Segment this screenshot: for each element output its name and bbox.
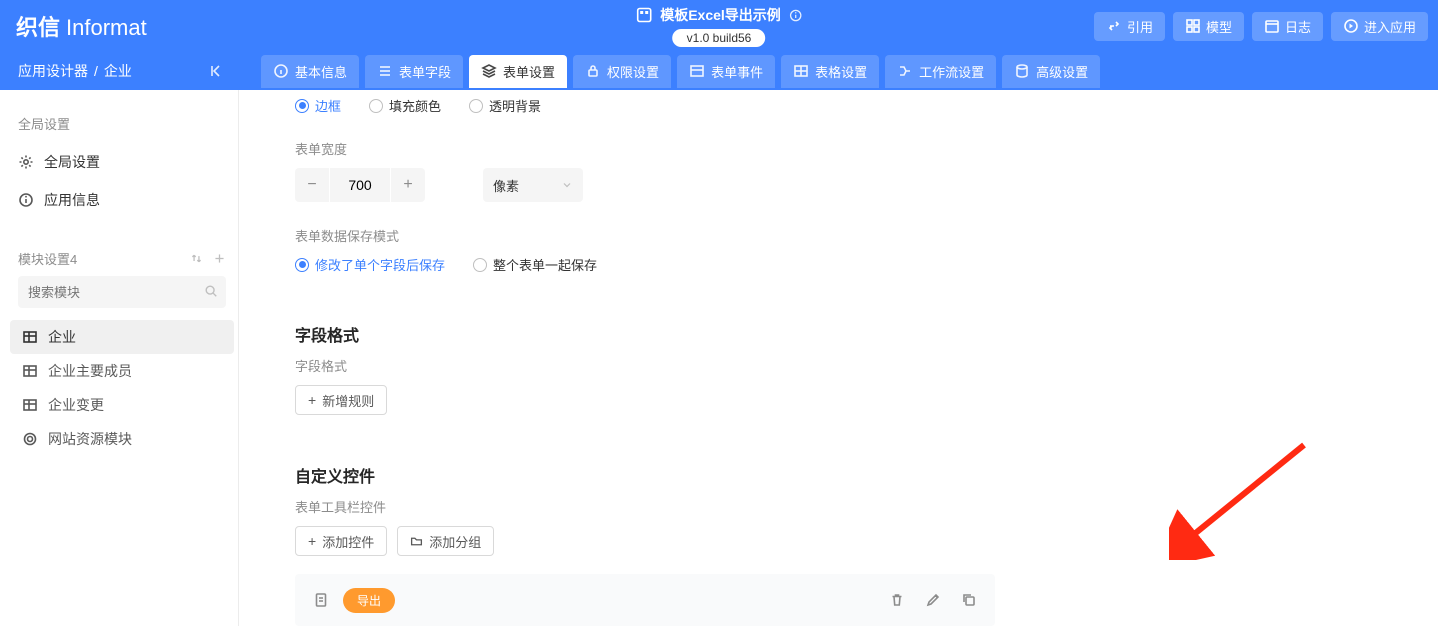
radio-save-single[interactable]: 修改了单个字段后保存 bbox=[295, 255, 445, 274]
tab-events[interactable]: 表单事件 bbox=[677, 55, 775, 88]
db-icon bbox=[1014, 63, 1030, 79]
add-control-button[interactable]: +添加控件 bbox=[295, 526, 387, 556]
table-icon bbox=[22, 397, 38, 413]
breadcrumb: 应用设计器 / 企业 bbox=[18, 61, 132, 81]
flow-icon bbox=[897, 63, 913, 79]
info-icon bbox=[18, 192, 34, 208]
table-icon bbox=[689, 63, 705, 79]
sidebar-item-appinfo[interactable]: 应用信息 bbox=[18, 181, 226, 219]
section-fieldfmt: 字段格式 bbox=[295, 322, 1398, 346]
action-enter[interactable]: 进入应用 bbox=[1331, 12, 1428, 41]
action-log[interactable]: 日志 bbox=[1252, 12, 1323, 41]
grid-icon bbox=[1185, 18, 1201, 34]
module-label: 企业 bbox=[48, 327, 76, 347]
module-enterprise[interactable]: 企业 bbox=[10, 320, 234, 354]
tab-form-settings[interactable]: 表单设置 bbox=[469, 55, 567, 88]
add-rule-button[interactable]: +新增规则 bbox=[295, 385, 387, 415]
main-panel: 边框 填充颜色 透明背景 表单宽度 − + 像素 表单数据保存模式 修改了单个字… bbox=[239, 90, 1438, 626]
width-input[interactable] bbox=[330, 168, 390, 202]
custom-sub: 表单工具栏控件 bbox=[295, 497, 1398, 516]
sidebar-label: 全局设置 bbox=[44, 152, 100, 172]
module-label: 企业变更 bbox=[48, 395, 104, 415]
tab-table[interactable]: 表格设置 bbox=[781, 55, 879, 88]
version-badge: v1.0 build56 bbox=[673, 29, 766, 47]
info-circle-icon bbox=[273, 63, 289, 79]
module-resource[interactable]: 网站资源模块 bbox=[18, 422, 226, 456]
copy-icon[interactable] bbox=[961, 592, 977, 608]
style-radios: 边框 填充颜色 透明背景 bbox=[295, 96, 1398, 115]
add-group-button[interactable]: 添加分组 bbox=[397, 526, 494, 556]
search-module[interactable] bbox=[18, 276, 226, 308]
page-title: 模板Excel导出示例 bbox=[660, 5, 781, 25]
search-icon bbox=[204, 284, 218, 298]
control-card[interactable]: 导出 bbox=[295, 574, 995, 626]
list-icon bbox=[377, 63, 393, 79]
table-icon bbox=[22, 363, 38, 379]
plus-icon[interactable] bbox=[213, 252, 226, 265]
module-label: 企业主要成员 bbox=[48, 361, 132, 381]
info-icon[interactable] bbox=[789, 9, 802, 22]
radio-fill[interactable]: 填充颜色 bbox=[369, 96, 441, 115]
link-icon bbox=[1106, 18, 1122, 34]
calendar-icon bbox=[1264, 18, 1280, 34]
brand-en: Informat bbox=[66, 15, 147, 41]
module-label: 网站资源模块 bbox=[48, 429, 132, 449]
layers-icon bbox=[481, 63, 497, 79]
sidebar-item-global[interactable]: 全局设置 bbox=[18, 143, 226, 181]
table-icon bbox=[22, 329, 38, 345]
tab-fields[interactable]: 表单字段 bbox=[365, 55, 463, 88]
gear-icon bbox=[18, 154, 34, 170]
tab-permission[interactable]: 权限设置 bbox=[573, 55, 671, 88]
save-label: 表单数据保存模式 bbox=[295, 226, 1398, 245]
page-title-block: 模板Excel导出示例 v1.0 build56 bbox=[636, 5, 802, 47]
width-stepper[interactable]: − + bbox=[295, 168, 425, 202]
side-sec1-title: 全局设置 bbox=[18, 114, 226, 133]
delete-icon[interactable] bbox=[889, 592, 905, 608]
action-ref[interactable]: 引用 bbox=[1094, 12, 1165, 41]
side-sec2-title: 模块设置4 bbox=[18, 249, 77, 268]
grid2-icon bbox=[793, 63, 809, 79]
sidebar-label: 应用信息 bbox=[44, 190, 100, 210]
search-input[interactable] bbox=[18, 276, 226, 308]
module-change[interactable]: 企业变更 bbox=[18, 388, 226, 422]
unit-value: 像素 bbox=[493, 176, 519, 195]
width-label: 表单宽度 bbox=[295, 139, 1398, 158]
export-pill[interactable]: 导出 bbox=[343, 588, 395, 613]
enter-icon bbox=[1343, 18, 1359, 34]
tab-advanced[interactable]: 高级设置 bbox=[1002, 55, 1100, 88]
radio-transparent[interactable]: 透明背景 bbox=[469, 96, 541, 115]
app-icon bbox=[636, 7, 652, 23]
lock-icon bbox=[585, 63, 601, 79]
unit-select[interactable]: 像素 bbox=[483, 168, 583, 202]
tab-list: 基本信息 表单字段 表单设置 权限设置 表单事件 表格设置 工作流设置 高级设置 bbox=[261, 55, 1100, 88]
chevron-down-icon bbox=[561, 179, 573, 191]
stepper-plus[interactable]: + bbox=[391, 168, 425, 202]
radio-save-all[interactable]: 整个表单一起保存 bbox=[473, 255, 597, 274]
fieldfmt-sub: 字段格式 bbox=[295, 356, 1398, 375]
collapse-sidebar-icon[interactable] bbox=[209, 63, 225, 79]
brand-cn: 织信 bbox=[16, 10, 60, 42]
module-members[interactable]: 企业主要成员 bbox=[18, 354, 226, 388]
folder-icon bbox=[410, 535, 423, 548]
sort-icon[interactable] bbox=[190, 252, 203, 265]
stepper-minus[interactable]: − bbox=[295, 168, 329, 202]
tab-basic[interactable]: 基本信息 bbox=[261, 55, 359, 88]
section-custom: 自定义控件 bbox=[295, 463, 1398, 487]
action-model[interactable]: 模型 bbox=[1173, 12, 1244, 41]
brand: 织信 Informat bbox=[16, 10, 147, 42]
doc-icon bbox=[313, 592, 329, 608]
target-icon bbox=[22, 431, 38, 447]
tab-workflow[interactable]: 工作流设置 bbox=[885, 55, 996, 88]
radio-border[interactable]: 边框 bbox=[295, 96, 341, 115]
sidebar: 全局设置 全局设置 应用信息 模块设置4 企业 企业主要成员 bbox=[0, 90, 239, 626]
edit-icon[interactable] bbox=[925, 592, 941, 608]
